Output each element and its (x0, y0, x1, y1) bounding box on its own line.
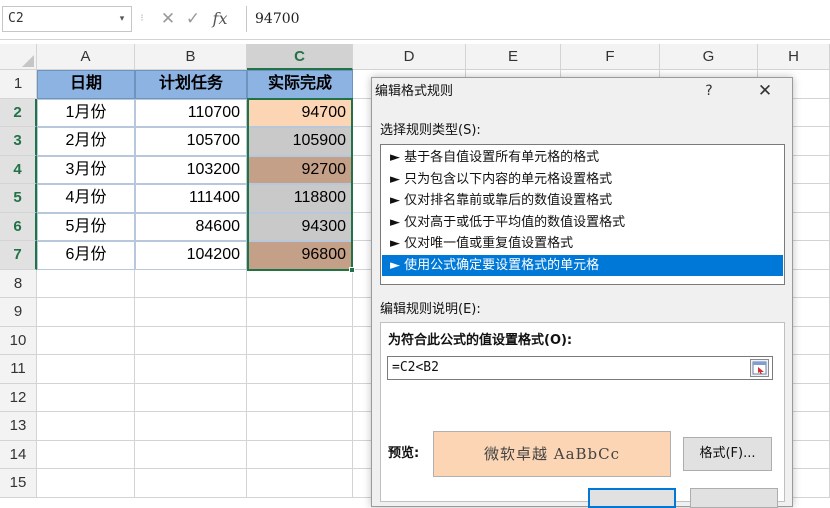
fill-handle[interactable] (349, 267, 355, 273)
grid-cell[interactable] (37, 269, 135, 298)
grid-cell[interactable] (247, 440, 353, 469)
row-header-3[interactable]: 3 (0, 127, 37, 156)
table-cell-month[interactable]: 2月份 (37, 127, 135, 156)
grid-cell[interactable] (135, 383, 247, 412)
table-cell-actual[interactable]: 118800 (247, 184, 353, 213)
rule-type-item[interactable]: ► 仅对排名靠前或靠后的数值设置格式 (382, 190, 783, 211)
grid-cell[interactable] (135, 412, 247, 441)
column-header-h[interactable]: H (758, 44, 830, 70)
grid-cell[interactable] (37, 440, 135, 469)
grid-cell[interactable] (247, 469, 353, 498)
rule-type-item[interactable]: ► 仅对高于或低于平均值的数值设置格式 (382, 212, 783, 233)
rule-type-item[interactable]: ► 仅对唯一值或重复值设置格式 (382, 233, 783, 254)
table-cell-month[interactable]: 6月份 (37, 241, 135, 270)
grid-cell[interactable] (247, 269, 353, 298)
rule-description-label: 编辑规则说明(E): (380, 302, 481, 317)
range-picker-icon (752, 361, 767, 375)
grid-cell[interactable] (37, 469, 135, 498)
format-preview: 微软卓越 AaBbCc (433, 431, 671, 477)
rule-type-item[interactable]: ► 基于各自值设置所有单元格的格式 (382, 147, 783, 168)
row-header-13[interactable]: 13 (0, 412, 37, 441)
table-cell-actual[interactable]: 105900 (247, 127, 353, 156)
grid-cell[interactable] (37, 355, 135, 384)
grid-cell[interactable] (135, 298, 247, 327)
help-icon[interactable]: ? (697, 80, 721, 102)
rule-formula-input[interactable]: =C2<B2 (387, 356, 773, 380)
select-all-icon (22, 55, 34, 67)
insert-function-icon[interactable]: fx (206, 6, 234, 32)
row-header-14[interactable]: 14 (0, 440, 37, 469)
table-cell-plan[interactable]: 103200 (135, 155, 247, 184)
formula-input[interactable]: 94700 (246, 6, 830, 32)
grid-cell[interactable] (135, 469, 247, 498)
column-header-a[interactable]: A (37, 44, 135, 70)
row-header-15[interactable]: 15 (0, 469, 37, 498)
column-header-d[interactable]: D (353, 44, 466, 70)
table-cell-plan[interactable]: 84600 (135, 212, 247, 241)
row-header-1[interactable]: 1 (0, 70, 37, 99)
table-header-cell[interactable]: 计划任务 (135, 70, 247, 99)
format-button[interactable]: 格式(F)... (683, 437, 772, 471)
column-header-c[interactable]: C (247, 44, 353, 70)
grid-cell[interactable] (247, 298, 353, 327)
grid-cell[interactable] (135, 440, 247, 469)
grid-cell[interactable] (37, 298, 135, 327)
grid-cell[interactable] (247, 383, 353, 412)
table-cell-actual[interactable]: 92700 (247, 155, 353, 184)
table-cell-actual[interactable]: 94700 (247, 98, 353, 127)
table-cell-month[interactable]: 5月份 (37, 212, 135, 241)
grid-cell[interactable] (135, 355, 247, 384)
rule-type-label: 选择规则类型(S): (380, 123, 481, 138)
enter-icon[interactable]: ✓ (182, 6, 204, 32)
row-header-6[interactable]: 6 (0, 212, 37, 241)
table-cell-month[interactable]: 4月份 (37, 184, 135, 213)
grid-cell[interactable] (247, 355, 353, 384)
drag-handle-icon[interactable]: ⁝ (137, 6, 147, 32)
name-box[interactable]: C2 (2, 6, 132, 32)
rule-type-item[interactable]: ► 只为包含以下内容的单元格设置格式 (382, 169, 783, 190)
cancel-button[interactable] (690, 488, 778, 508)
column-header-f[interactable]: F (561, 44, 660, 70)
ok-button[interactable] (588, 488, 676, 508)
grid-cell[interactable] (135, 326, 247, 355)
row-header-7[interactable]: 7 (0, 241, 37, 270)
table-header-cell[interactable]: 日期 (37, 70, 135, 99)
row-header-10[interactable]: 10 (0, 326, 37, 355)
grid-cell[interactable] (247, 412, 353, 441)
table-cell-plan[interactable]: 104200 (135, 241, 247, 270)
row-header-4[interactable]: 4 (0, 155, 37, 184)
grid-cell[interactable] (37, 326, 135, 355)
row-header-8[interactable]: 8 (0, 269, 37, 298)
table-cell-actual[interactable]: 96800 (247, 241, 353, 270)
table-cell-plan[interactable]: 110700 (135, 98, 247, 127)
close-icon[interactable]: ✕ (752, 80, 778, 102)
table-header-cell[interactable]: 实际完成 (247, 70, 353, 99)
row-header-5[interactable]: 5 (0, 184, 37, 213)
grid-cell[interactable] (37, 412, 135, 441)
formula-caption: 为符合此公式的值设置格式(O): (388, 333, 573, 348)
table-cell-month[interactable]: 1月份 (37, 98, 135, 127)
chevron-down-icon[interactable]: ▾ (114, 6, 130, 32)
preview-label: 预览: (388, 446, 420, 461)
row-header-2[interactable]: 2 (0, 98, 37, 127)
rule-type-list: ► 基于各自值设置所有单元格的格式 ► 只为包含以下内容的单元格设置格式 ► 仅对排… (380, 144, 785, 285)
rule-type-item[interactable]: ► 使用公式确定要设置格式的单元格 (382, 254, 783, 276)
grid-cell[interactable] (135, 269, 247, 298)
row-header-9[interactable]: 9 (0, 298, 37, 327)
table-cell-actual[interactable]: 94300 (247, 212, 353, 241)
dialog-title: 编辑格式规则 (375, 84, 454, 99)
row-header-12[interactable]: 12 (0, 383, 37, 412)
column-header-b[interactable]: B (135, 44, 247, 70)
row-header-11[interactable]: 11 (0, 355, 37, 384)
cancel-icon[interactable]: ✕ (157, 6, 179, 32)
table-cell-month[interactable]: 3月份 (37, 155, 135, 184)
column-header-e[interactable]: E (466, 44, 561, 70)
collapse-dialog-icon[interactable] (750, 359, 769, 377)
grid-cell[interactable] (247, 326, 353, 355)
grid-cell[interactable] (37, 383, 135, 412)
table-cell-plan[interactable]: 111400 (135, 184, 247, 213)
table-cell-plan[interactable]: 105700 (135, 127, 247, 156)
column-header-g[interactable]: G (660, 44, 758, 70)
